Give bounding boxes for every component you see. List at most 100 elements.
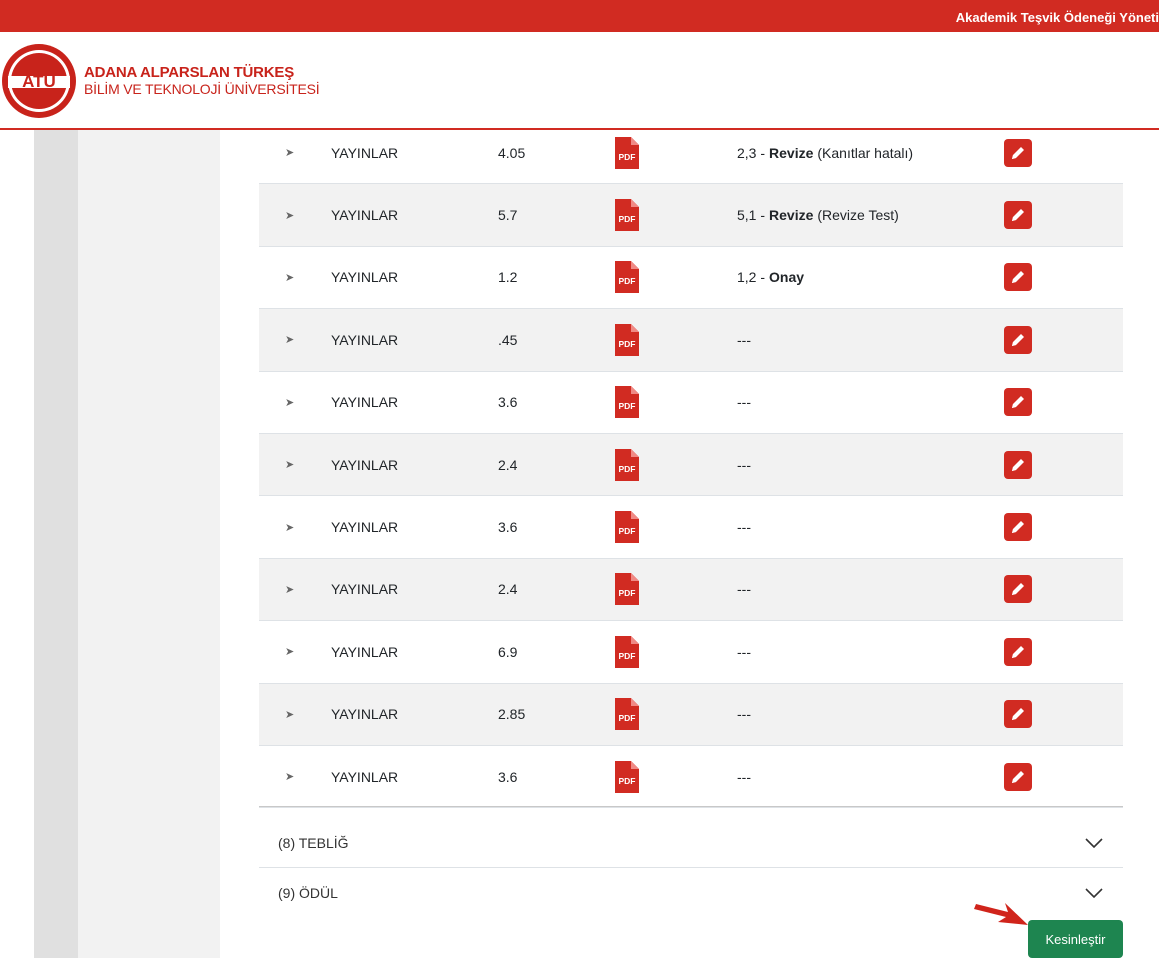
table-row: ➤ YAYINLAR 5.7 PDF 5,1 - Revize (Revize Test)	[259, 184, 1123, 247]
status-cell: ---	[737, 559, 751, 620]
edit-button[interactable]	[1004, 513, 1032, 542]
pdf-file-icon[interactable]: PDF	[615, 511, 639, 544]
pdf-label: PDF	[619, 776, 636, 786]
chevron-down-icon[interactable]	[1085, 837, 1103, 848]
status-cell: ---	[737, 496, 751, 557]
pdf-label: PDF	[619, 214, 636, 224]
category-cell: YAYINLAR	[331, 643, 399, 660]
pencil-icon	[1012, 708, 1024, 721]
status-cell: ---	[737, 684, 751, 745]
score-cell: 2.4	[498, 456, 518, 473]
row-pointer-icon: ➤	[285, 708, 295, 721]
pdf-file-icon[interactable]: PDF	[615, 136, 639, 169]
pdf-file-icon[interactable]: PDF	[615, 760, 639, 793]
status-value: 5,1 -	[737, 207, 766, 224]
pdf-file-icon[interactable]: PDF	[615, 386, 639, 419]
pencil-icon	[1012, 770, 1024, 783]
score-cell: 3.6	[498, 394, 518, 411]
category-cell: YAYINLAR	[331, 207, 399, 224]
edit-button[interactable]	[1004, 762, 1032, 791]
table-row: ➤ YAYINLAR 3.6 PDF ---	[259, 746, 1123, 809]
score-cell: .45	[498, 331, 518, 348]
pdf-file-icon[interactable]: PDF	[615, 635, 639, 668]
edit-button[interactable]	[1004, 138, 1032, 167]
university-name-line2: BİLİM VE TEKNOLOJİ ÜNİVERSİTESİ	[84, 81, 320, 97]
side-panel	[78, 130, 220, 958]
table-row: ➤ YAYINLAR 1.2 PDF 1,2 - Onay	[259, 247, 1123, 310]
university-logo-icon[interactable]: ATÜ	[0, 42, 78, 120]
row-pointer-icon: ➤	[285, 646, 295, 659]
pdf-file-icon[interactable]: PDF	[615, 698, 639, 731]
category-cell: YAYINLAR	[331, 519, 399, 536]
app-title: Akademik Teşvik Ödeneği Yöneti	[955, 10, 1159, 25]
edit-button[interactable]	[1004, 388, 1032, 417]
pencil-icon	[1012, 333, 1024, 346]
pencil-icon	[1012, 521, 1024, 534]
pdf-label: PDF	[619, 651, 636, 661]
table-row: ➤ YAYINLAR .45 PDF ---	[259, 309, 1123, 372]
score-cell: 2.4	[498, 581, 518, 598]
pencil-icon	[1012, 209, 1024, 222]
pdf-label: PDF	[619, 588, 636, 598]
pdf-label: PDF	[619, 713, 636, 723]
pencil-icon	[1012, 396, 1024, 409]
accordion-label: (8) TEBLİĞ	[278, 834, 349, 851]
row-pointer-icon: ➤	[285, 521, 295, 534]
status-cell: 2,3 - Revize (Kanıtlar hatalı)	[737, 122, 913, 183]
table-divider	[259, 806, 1123, 818]
header: ATÜ ADANA ALPARSLAN TÜRKEŞ BİLİM VE TEKN…	[0, 32, 1159, 130]
accordion-label: (9) ÖDÜL	[278, 885, 338, 901]
edit-button[interactable]	[1004, 263, 1032, 292]
status-value: ---	[737, 456, 751, 473]
red-arrow-icon	[974, 903, 1028, 925]
status-value: ---	[737, 706, 751, 723]
pencil-icon	[1012, 583, 1024, 596]
left-gutter	[34, 130, 78, 958]
pdf-file-icon[interactable]: PDF	[615, 261, 639, 294]
row-pointer-icon: ➤	[285, 583, 295, 596]
edit-button[interactable]	[1004, 450, 1032, 479]
score-cell: 4.05	[498, 144, 526, 161]
pencil-icon	[1012, 146, 1024, 159]
row-pointer-icon: ➤	[285, 396, 295, 409]
edit-button[interactable]	[1004, 201, 1032, 230]
status-value: ---	[737, 519, 751, 536]
table-row: ➤ YAYINLAR 4.05 PDF 2,3 - Revize (Kanıtlar hat…	[259, 122, 1123, 185]
pencil-icon	[1012, 458, 1024, 471]
status-value: ---	[737, 643, 751, 660]
status-note: (Revize Test)	[817, 207, 899, 224]
edit-button[interactable]	[1004, 700, 1032, 729]
table-row: ➤ YAYINLAR 3.6 PDF ---	[259, 496, 1123, 559]
status-note: (Kanıtlar hatalı)	[817, 144, 914, 161]
status-cell: ---	[737, 372, 751, 433]
status-label: Revize	[769, 144, 814, 161]
pdf-label: PDF	[619, 339, 636, 349]
pdf-file-icon[interactable]: PDF	[615, 448, 639, 481]
row-pointer-icon: ➤	[285, 271, 295, 284]
accordion-teblig[interactable]: (8) TEBLİĞ	[259, 818, 1123, 868]
edit-button[interactable]	[1004, 325, 1032, 354]
edit-button[interactable]	[1004, 575, 1032, 604]
table-row: ➤ YAYINLAR 6.9 PDF ---	[259, 621, 1123, 684]
pdf-file-icon[interactable]: PDF	[615, 323, 639, 356]
pencil-icon	[1012, 271, 1024, 284]
status-cell: ---	[737, 746, 751, 807]
status-value: ---	[737, 768, 751, 785]
table-row: ➤ YAYINLAR 2.4 PDF ---	[259, 558, 1123, 622]
pdf-file-icon[interactable]: PDF	[615, 199, 639, 232]
top-bar: Akademik Teşvik Ödeneği Yöneti	[0, 0, 1159, 32]
chevron-down-icon[interactable]	[1085, 888, 1103, 898]
row-pointer-icon: ➤	[285, 771, 295, 784]
status-label: Onay	[769, 269, 805, 286]
category-cell: YAYINLAR	[331, 581, 399, 598]
pdf-file-icon[interactable]: PDF	[615, 573, 639, 606]
status-cell: ---	[737, 309, 751, 370]
table-row: ➤ YAYINLAR 3.6 PDF ---	[259, 372, 1123, 434]
table-row: ➤ YAYINLAR 2.4 PDF ---	[259, 433, 1123, 497]
edit-button[interactable]	[1004, 637, 1032, 666]
score-cell: 3.6	[498, 768, 518, 785]
score-cell: 5.7	[498, 207, 518, 224]
score-cell: 1.2	[498, 269, 518, 286]
finalize-button[interactable]: Kesinleştir	[1028, 920, 1123, 958]
category-cell: YAYINLAR	[331, 331, 399, 348]
